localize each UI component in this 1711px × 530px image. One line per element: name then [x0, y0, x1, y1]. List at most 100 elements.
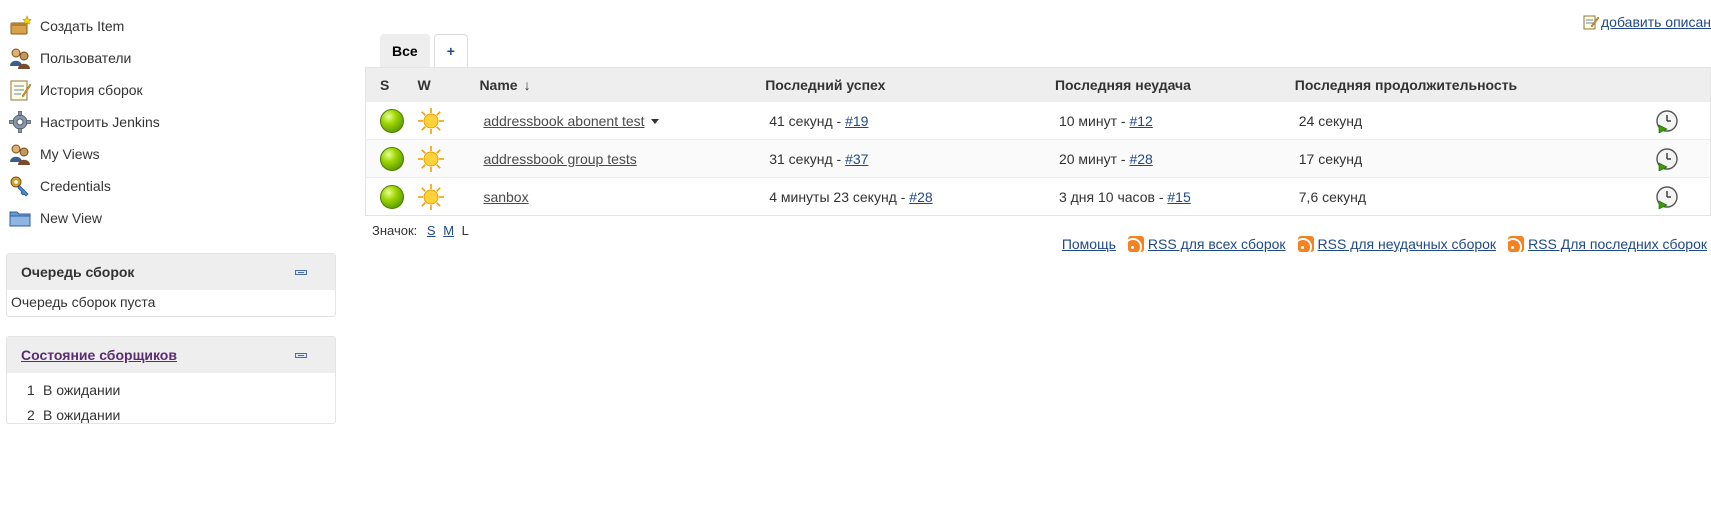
last-success-build-link[interactable]: #37: [845, 151, 868, 167]
collapse-icon[interactable]: [295, 269, 307, 275]
rss-failed-item[interactable]: RSS для неудачных сборок: [1297, 236, 1497, 252]
schedule-build-icon[interactable]: [1655, 109, 1679, 133]
job-menu-dropdown-icon[interactable]: [650, 119, 659, 125]
build-queue-body: Очередь сборок пуста: [11, 294, 156, 310]
column-header-name-label: Name: [479, 76, 518, 93]
rss-failed-link[interactable]: RSS для неудачных сборок: [1318, 236, 1497, 252]
task-label: New View: [40, 210, 102, 226]
column-header-last-failure[interactable]: Последняя неудача: [1054, 67, 1295, 102]
sun-weather-icon: [418, 107, 445, 134]
rss-icon: [1127, 236, 1144, 252]
task-label: Создать Item: [40, 18, 125, 34]
status-ball-icon: [380, 146, 404, 171]
last-success-build-link[interactable]: #19: [845, 113, 868, 129]
column-header-last-success[interactable]: Последний успех: [765, 67, 1055, 102]
task-label: История сборок: [40, 82, 143, 98]
executor-row: 1 В ожидании: [7, 377, 335, 402]
people-icon: [10, 48, 30, 69]
task-label: My Views: [40, 146, 100, 162]
tab-add-view[interactable]: +: [433, 34, 468, 67]
add-description[interactable]: добавить описан: [1583, 14, 1711, 30]
last-duration: 24 секунд: [1294, 101, 1655, 140]
rss-latest-link[interactable]: RSS Для последних сборок: [1528, 236, 1707, 252]
rss-all-link[interactable]: RSS для всех сборок: [1148, 236, 1286, 252]
last-success-time: 4 минуты 23 секунд -: [769, 188, 910, 205]
task-new-view[interactable]: New View: [6, 202, 336, 234]
rss-bar: Помощь RSS для всех сборок RSS для неуда…: [1062, 236, 1707, 252]
build-queue-title: Очередь сборок: [21, 264, 135, 280]
last-failure-time: 20 минут -: [1058, 150, 1130, 167]
last-failure-time: 3 дня 10 часов -: [1058, 188, 1168, 205]
add-description-link[interactable]: добавить описан: [1601, 14, 1711, 30]
rss-latest-item[interactable]: RSS Для последних сборок: [1508, 236, 1707, 252]
task-label: Пользователи: [40, 50, 132, 66]
last-success-time: 41 секунд -: [769, 112, 846, 129]
last-failure-build-link[interactable]: #12: [1129, 113, 1152, 129]
executor-status: В ожидании: [43, 406, 121, 423]
job-name-link[interactable]: addressbook abonent test: [483, 113, 644, 129]
main-panel: добавить описан Все + S W Name ↓ Последни…: [365, 0, 1711, 530]
task-credentials[interactable]: Credentials: [6, 170, 336, 202]
sidebar: Создать Item Пользователи История сборок: [6, 10, 336, 234]
column-header-actions: [1654, 67, 1711, 102]
people-icon: [10, 144, 30, 165]
executors-header: Состояние сборщиков: [7, 337, 335, 373]
sun-weather-icon: [418, 183, 445, 210]
task-build-history[interactable]: История сборок: [6, 74, 336, 106]
executor-number: 1: [27, 381, 35, 398]
rss-icon: [1508, 236, 1525, 252]
last-failure-time: 10 минут -: [1058, 112, 1130, 129]
last-duration: 7,6 секунд: [1294, 177, 1655, 216]
new-item-icon: [10, 15, 32, 35]
status-ball-icon: [380, 108, 404, 133]
task-new-item[interactable]: Создать Item: [6, 10, 336, 42]
column-header-weather[interactable]: W: [417, 67, 480, 102]
credentials-icon: [10, 176, 29, 197]
job-name-link[interactable]: sanbox: [483, 189, 528, 205]
icon-size-selector: Значок: S M L: [372, 223, 469, 238]
task-label: Credentials: [40, 178, 111, 194]
table-row: sanbox 4 минуты 23 секунд - #28 3 дня 10…: [365, 177, 1711, 216]
column-header-name[interactable]: Name ↓: [479, 67, 766, 102]
table-row: addressbook group tests 31 секунд - #37 …: [365, 139, 1711, 178]
project-status-table: S W Name ↓ Последний успех Последняя неуд…: [365, 67, 1711, 216]
icon-size-label: Значок:: [372, 223, 418, 238]
sun-weather-icon: [418, 145, 445, 172]
executor-number: 2: [27, 406, 35, 423]
executors-title-link[interactable]: Состояние сборщиков: [21, 347, 177, 363]
column-header-status[interactable]: S: [365, 67, 418, 102]
help-link[interactable]: Помощь: [1062, 236, 1116, 252]
task-manage-jenkins[interactable]: Настроить Jenkins: [6, 106, 336, 138]
notepad-icon: [10, 80, 32, 101]
task-my-views[interactable]: My Views: [6, 138, 336, 170]
task-people[interactable]: Пользователи: [6, 42, 336, 74]
icon-size-l-current: L: [461, 223, 469, 238]
table-header-row: S W Name ↓ Последний успех Последняя неуд…: [365, 67, 1711, 102]
icon-size-m-link[interactable]: M: [443, 223, 454, 238]
executor-status: В ожидании: [43, 381, 121, 398]
sort-arrow-icon: ↓: [523, 76, 531, 93]
last-duration: 17 секунд: [1294, 139, 1655, 178]
last-success-time: 31 секунд -: [769, 150, 846, 167]
column-header-last-duration[interactable]: Последняя продолжительность: [1294, 67, 1655, 102]
last-failure-build-link[interactable]: #15: [1167, 189, 1190, 205]
folder-icon: [9, 211, 31, 227]
rss-icon: [1297, 236, 1314, 252]
table-row: addressbook abonent test 41 секунд - #19…: [365, 101, 1711, 140]
job-name-link[interactable]: addressbook group tests: [483, 151, 636, 167]
task-label: Настроить Jenkins: [40, 114, 160, 130]
rss-all-item[interactable]: RSS для всех сборок: [1127, 236, 1286, 252]
view-tabs: Все +: [380, 34, 468, 67]
status-ball-icon: [380, 184, 404, 209]
gear-icon: [9, 111, 31, 133]
last-success-build-link[interactable]: #28: [909, 189, 932, 205]
tab-all[interactable]: Все: [380, 34, 430, 67]
collapse-icon[interactable]: [295, 352, 307, 358]
build-queue-header: Очередь сборок: [7, 254, 335, 290]
edit-icon: [1583, 15, 1599, 30]
icon-size-s-link[interactable]: S: [427, 223, 436, 238]
schedule-build-icon[interactable]: [1655, 185, 1679, 209]
executors-pane: Состояние сборщиков 1 В ожидании 2 В ожи…: [6, 336, 336, 424]
last-failure-build-link[interactable]: #28: [1129, 151, 1152, 167]
schedule-build-icon[interactable]: [1655, 147, 1679, 171]
